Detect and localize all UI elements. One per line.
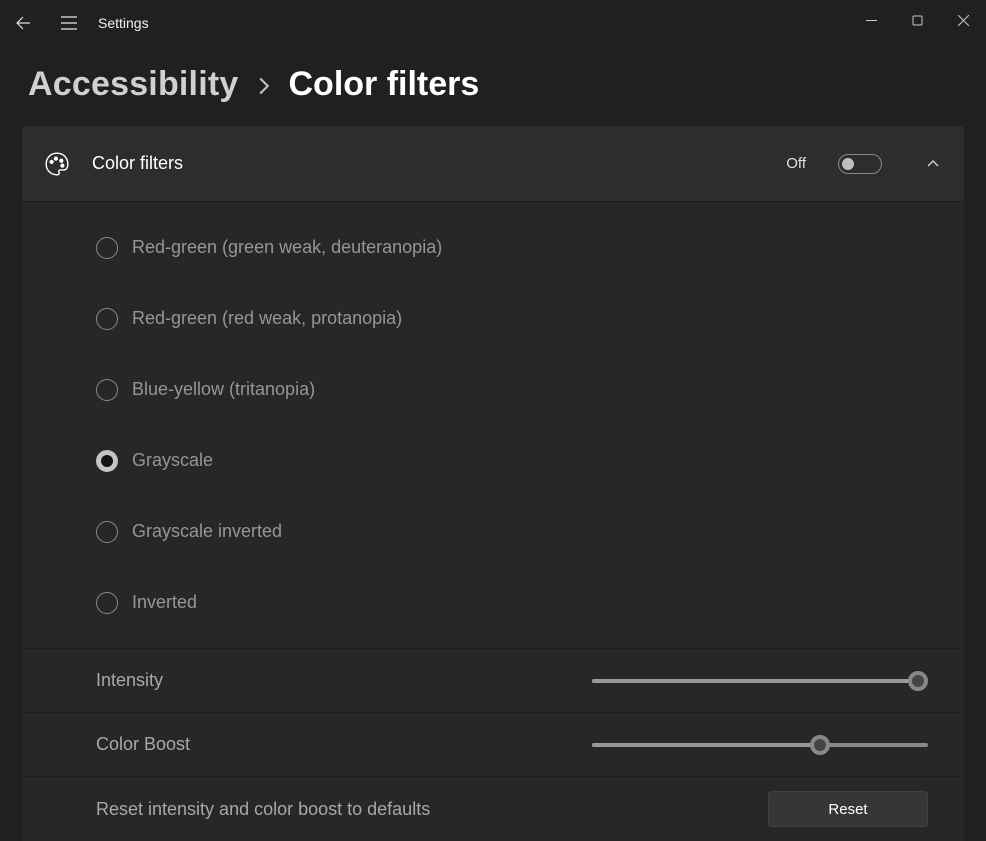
radio-icon [96, 308, 118, 330]
intensity-row: Intensity [22, 649, 964, 713]
filter-option-grayscale[interactable]: Grayscale [22, 425, 964, 496]
toggle-state-label: Off [786, 155, 806, 172]
radio-label: Inverted [132, 592, 197, 613]
title-bar: Settings [0, 0, 986, 45]
back-button[interactable] [0, 0, 46, 45]
color-boost-slider[interactable] [592, 735, 928, 755]
toggle-knob [842, 158, 854, 170]
app-title: Settings [98, 15, 149, 31]
maximize-icon [912, 15, 923, 26]
reset-button[interactable]: Reset [768, 791, 928, 827]
maximize-button[interactable] [894, 0, 940, 40]
color-filters-panel-header[interactable]: Color filters Off [22, 126, 964, 202]
chevron-up-icon[interactable] [926, 157, 940, 171]
radio-label: Grayscale [132, 450, 213, 471]
minimize-icon [866, 15, 877, 26]
filter-radio-group: Red-green (green weak, deuteranopia) Red… [22, 202, 964, 649]
radio-label: Red-green (red weak, protanopia) [132, 308, 402, 329]
intensity-label: Intensity [96, 670, 592, 691]
filter-option-tritanopia[interactable]: Blue-yellow (tritanopia) [22, 354, 964, 425]
radio-label: Grayscale inverted [132, 521, 282, 542]
window-controls [848, 0, 986, 40]
reset-row: Reset intensity and color boost to defau… [22, 777, 964, 841]
filter-option-protanopia[interactable]: Red-green (red weak, protanopia) [22, 283, 964, 354]
color-filters-toggle[interactable] [838, 154, 882, 174]
radio-icon [96, 592, 118, 614]
hamburger-icon [61, 16, 77, 30]
intensity-slider[interactable] [592, 671, 928, 691]
filter-option-deuteranopia[interactable]: Red-green (green weak, deuteranopia) [22, 212, 964, 283]
breadcrumb: Accessibility Color filters [0, 45, 986, 126]
filter-option-inverted[interactable]: Inverted [22, 567, 964, 638]
radio-icon [96, 521, 118, 543]
color-boost-row: Color Boost [22, 713, 964, 777]
filter-option-grayscale-inverted[interactable]: Grayscale inverted [22, 496, 964, 567]
radio-icon-selected [96, 450, 118, 472]
breadcrumb-parent[interactable]: Accessibility [28, 65, 239, 104]
panel-title: Color filters [92, 153, 764, 174]
color-boost-label: Color Boost [96, 734, 592, 755]
palette-icon [44, 151, 70, 177]
reset-description: Reset intensity and color boost to defau… [96, 799, 768, 820]
close-button[interactable] [940, 0, 986, 40]
minimize-button[interactable] [848, 0, 894, 40]
close-icon [958, 15, 969, 26]
radio-icon [96, 379, 118, 401]
chevron-right-icon [257, 72, 271, 103]
back-arrow-icon [15, 15, 31, 31]
radio-icon [96, 237, 118, 259]
radio-label: Blue-yellow (tritanopia) [132, 379, 315, 400]
breadcrumb-current: Color filters [289, 65, 480, 104]
radio-label: Red-green (green weak, deuteranopia) [132, 237, 442, 258]
nav-menu-button[interactable] [46, 0, 92, 45]
